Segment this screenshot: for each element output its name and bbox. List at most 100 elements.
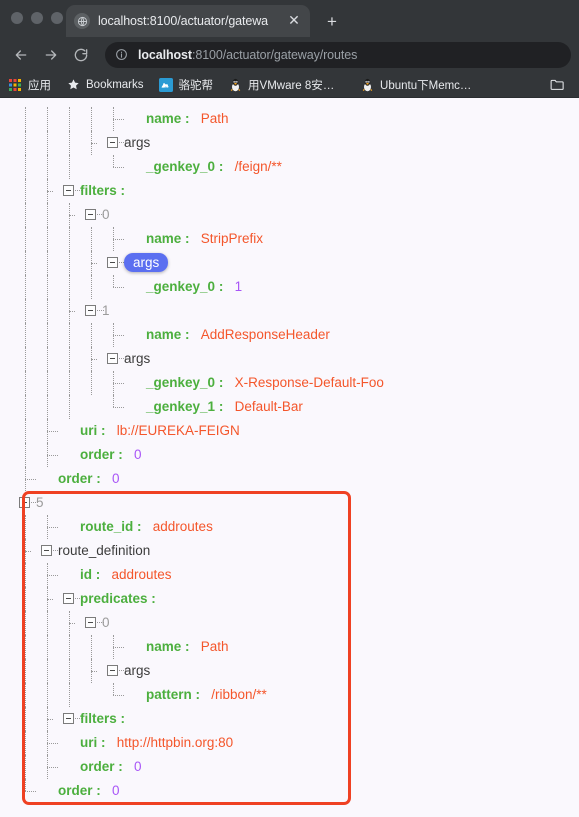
json-tree-entry[interactable]: order : 0 xyxy=(58,779,120,803)
array-index-label: 5 xyxy=(36,495,44,510)
minimize-window-button[interactable] xyxy=(31,12,43,24)
json-tree-entry[interactable]: args xyxy=(124,131,150,155)
address-bar[interactable]: localhost:8100/actuator/gateway/routes xyxy=(105,41,571,68)
new-tab-button[interactable]: + xyxy=(320,10,344,34)
collapse-toggle-icon[interactable] xyxy=(63,593,74,604)
json-tree-entry[interactable]: pattern : /ribbon/** xyxy=(146,683,267,707)
json-tree-row[interactable]: name : Path xyxy=(0,107,579,131)
json-tree-entry[interactable]: args xyxy=(124,659,150,683)
key-colon: : xyxy=(191,687,201,702)
json-tree-row[interactable]: _genkey_0 : /feign/** xyxy=(0,155,579,179)
json-tree-entry[interactable]: uri : http://httpbin.org:80 xyxy=(80,731,233,755)
json-tree-entry[interactable]: route_definition xyxy=(58,539,150,563)
json-tree-row[interactable]: predicates : xyxy=(0,587,579,611)
array-index-label: 1 xyxy=(102,303,110,318)
info-circle-icon[interactable] xyxy=(115,48,130,61)
json-tree-entry[interactable]: 0 xyxy=(102,611,110,635)
collapse-toggle-icon[interactable] xyxy=(85,305,96,316)
json-tree-entry[interactable]: name : AddResponseHeader xyxy=(146,323,330,347)
page-viewport[interactable]: name : Path args _genkey_0 : /feign/** filt… xyxy=(0,98,579,817)
json-tree-entry[interactable]: order : 0 xyxy=(80,755,142,779)
json-string-value: AddResponseHeader xyxy=(189,327,330,342)
bookmark-ubuntu-memcached[interactable]: Ubuntu下Memcac... xyxy=(359,77,477,93)
window-controls[interactable] xyxy=(11,12,63,24)
json-tree-row[interactable]: filters : xyxy=(0,179,579,203)
url-host: localhost xyxy=(138,47,192,62)
collapse-toggle-icon[interactable] xyxy=(19,497,30,508)
json-tree-row[interactable]: 0 xyxy=(0,203,579,227)
collapse-toggle-icon[interactable] xyxy=(107,665,118,676)
browser-tab[interactable]: localhost:8100/actuator/gatewa ✕ xyxy=(66,5,310,37)
maximize-window-button[interactable] xyxy=(51,12,63,24)
json-tree-entry[interactable]: route_id : addroutes xyxy=(80,515,213,539)
json-key-label: filters xyxy=(80,183,117,198)
json-tree-entry[interactable]: 5 xyxy=(36,491,44,515)
json-tree-row[interactable]: _genkey_1 : Default-Bar xyxy=(0,395,579,419)
json-tree-row[interactable]: route_id : addroutes xyxy=(0,515,579,539)
json-tree-entry[interactable]: order : 0 xyxy=(80,443,142,467)
json-tree-entry[interactable]: 1 xyxy=(102,299,110,323)
json-tree-entry[interactable]: name : Path xyxy=(146,635,229,659)
json-tree-row[interactable]: args xyxy=(0,659,579,683)
close-icon[interactable]: ✕ xyxy=(286,13,302,29)
bookmark-bookmarks[interactable]: Bookmarks xyxy=(65,77,144,93)
collapse-toggle-icon[interactable] xyxy=(41,545,52,556)
json-tree-row[interactable]: 1 xyxy=(0,299,579,323)
collapse-toggle-icon[interactable] xyxy=(107,353,118,364)
json-tree-row[interactable]: name : StripPrefix xyxy=(0,227,579,251)
json-tree-row[interactable]: route_definition xyxy=(0,539,579,563)
json-tree-entry[interactable]: name : Path xyxy=(146,107,229,131)
bookmark-vmware[interactable]: 用VMware 8安装U... xyxy=(227,77,345,93)
json-number-value: 0 xyxy=(122,447,142,462)
json-tree-row[interactable]: order : 0 xyxy=(0,443,579,467)
json-tree-entry[interactable]: _genkey_1 : Default-Bar xyxy=(146,395,303,419)
collapse-toggle-icon[interactable] xyxy=(85,617,96,628)
json-tree-row[interactable]: 0 xyxy=(0,611,579,635)
json-tree-entry[interactable]: order : 0 xyxy=(58,467,120,491)
json-tree-entry[interactable]: id : addroutes xyxy=(80,563,172,587)
json-tree-row[interactable]: args xyxy=(0,347,579,371)
forward-button[interactable] xyxy=(38,42,64,68)
collapse-toggle-icon[interactable] xyxy=(63,185,74,196)
json-tree-row[interactable]: name : AddResponseHeader xyxy=(0,323,579,347)
json-tree-row[interactable]: pattern : /ribbon/** xyxy=(0,683,579,707)
json-tree-entry[interactable]: name : StripPrefix xyxy=(146,227,263,251)
json-tree-row[interactable]: _genkey_0 : X-Response-Default-Foo xyxy=(0,371,579,395)
json-tree-row[interactable]: uri : http://httpbin.org:80 xyxy=(0,731,579,755)
tux-icon xyxy=(227,77,243,93)
collapse-toggle-icon[interactable] xyxy=(63,713,74,724)
json-tree-entry[interactable]: _genkey_0 : X-Response-Default-Foo xyxy=(146,371,384,395)
bookmark-apps[interactable]: 应用 xyxy=(7,77,51,93)
json-tree-entry[interactable]: filters : xyxy=(80,707,125,731)
json-tree-row[interactable]: filters : xyxy=(0,707,579,731)
json-tree-row[interactable]: args xyxy=(0,131,579,155)
json-tree-row[interactable]: id : addroutes xyxy=(0,563,579,587)
json-tree-row[interactable]: 5 xyxy=(0,491,579,515)
bookmark-other-folder[interactable] xyxy=(549,77,570,93)
collapse-toggle-icon[interactable] xyxy=(107,137,118,148)
json-tree-entry[interactable]: predicates : xyxy=(80,587,156,611)
json-tree-entry[interactable]: filters : xyxy=(80,179,125,203)
json-tree-entry[interactable]: _genkey_0 : /feign/** xyxy=(146,155,282,179)
collapse-toggle-icon[interactable] xyxy=(107,257,118,268)
reload-button[interactable] xyxy=(68,42,94,68)
json-tree-entry[interactable]: args xyxy=(124,251,169,275)
json-tree-viewer[interactable]: name : Path args _genkey_0 : /feign/** filt… xyxy=(0,98,579,803)
back-button[interactable] xyxy=(8,42,34,68)
bookmark-luotuobang[interactable]: 骆驼帮 xyxy=(158,77,213,93)
json-tree-row[interactable]: order : 0 xyxy=(0,755,579,779)
json-tree-row[interactable]: order : 0 xyxy=(0,467,579,491)
json-tree-row[interactable]: order : 0 xyxy=(0,779,579,803)
json-tree-row[interactable]: args xyxy=(0,251,579,275)
close-window-button[interactable] xyxy=(11,12,23,24)
json-tree-row[interactable]: name : Path xyxy=(0,635,579,659)
json-tree-entry[interactable]: 0 xyxy=(102,203,110,227)
collapse-toggle-icon[interactable] xyxy=(85,209,96,220)
json-tree-entry[interactable]: args xyxy=(124,347,150,371)
json-key-label: id xyxy=(80,567,92,582)
json-tree-entry[interactable]: _genkey_0 : 1 xyxy=(146,275,242,299)
json-tree-row[interactable]: _genkey_0 : 1 xyxy=(0,275,579,299)
json-tree-entry[interactable]: uri : lb://EUREKA-FEIGN xyxy=(80,419,240,443)
json-tree-row[interactable]: uri : lb://EUREKA-FEIGN xyxy=(0,419,579,443)
key-colon: : xyxy=(181,639,190,654)
